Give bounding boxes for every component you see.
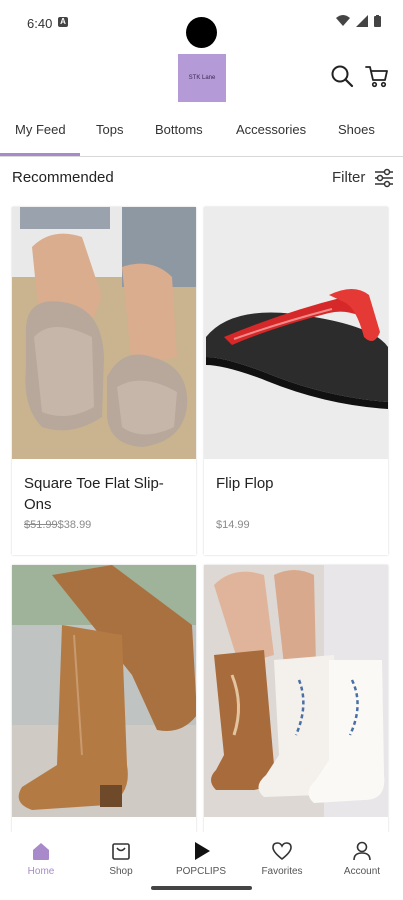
product-title[interactable]: Square Toe Flat Slip-Ons: [24, 473, 184, 515]
wifi-icon: [336, 15, 350, 26]
original-price: $51.99: [24, 519, 58, 531]
tab-my-feed[interactable]: My Feed: [15, 122, 66, 137]
sale-price: $38.99: [57, 519, 92, 531]
category-tabs: My Feed Tops Bottoms Accessories Shoes: [0, 110, 403, 157]
product-image[interactable]: [12, 565, 196, 817]
nav-account[interactable]: Account: [327, 840, 397, 877]
play-icon: [195, 842, 210, 860]
section-title: Recommended: [12, 169, 114, 186]
nav-favorites[interactable]: Favorites: [247, 840, 317, 877]
signal-icon: [356, 15, 368, 27]
tab-bottoms[interactable]: Bottoms: [155, 122, 203, 137]
product-card[interactable]: [204, 565, 388, 855]
tab-tops[interactable]: Tops: [96, 122, 123, 137]
product-image[interactable]: [204, 207, 388, 459]
filter-sliders-icon[interactable]: [374, 168, 394, 188]
nav-account-label: Account: [343, 866, 381, 877]
search-icon[interactable]: [330, 64, 354, 88]
product-card[interactable]: [12, 565, 196, 855]
nav-shop[interactable]: Shop: [86, 840, 156, 877]
home-icon: [33, 843, 49, 860]
gesture-home-indicator[interactable]: [151, 886, 252, 890]
cart-icon[interactable]: [365, 64, 389, 88]
tab-shoes[interactable]: Shoes: [338, 122, 375, 137]
product-image[interactable]: [12, 207, 196, 459]
product-title[interactable]: Flip Flop: [216, 473, 376, 494]
battery-icon: [374, 15, 381, 27]
status-bar: 6:40 A: [0, 0, 403, 48]
nav-popclips-label: POPCLIPS: [175, 866, 227, 877]
app-header: STK Lane: [0, 48, 403, 108]
active-tab-indicator: [0, 153, 80, 156]
camera-cutout: [186, 17, 217, 48]
notification-icon: A: [58, 17, 68, 27]
brand-logo[interactable]: STK Lane: [178, 54, 226, 102]
shop-bag-icon: [112, 843, 130, 860]
product-card[interactable]: Flip Flop $14.99: [204, 207, 388, 555]
product-image[interactable]: [204, 565, 388, 817]
product-card[interactable]: Square Toe Flat Slip-Ons $51.99$38.99: [12, 207, 196, 555]
status-icons: [336, 15, 381, 27]
price-row: $51.99$38.99: [24, 519, 91, 531]
tab-accessories[interactable]: Accessories: [236, 122, 306, 137]
heart-icon: [272, 842, 292, 861]
section-header: Recommended Filter: [0, 160, 403, 196]
nav-shop-label: Shop: [109, 866, 133, 877]
account-icon: [353, 841, 371, 861]
nav-favorites-label: Favorites: [261, 866, 303, 877]
sale-price: $14.99: [216, 519, 250, 531]
price-row: $14.99: [216, 519, 250, 531]
brand-logo-text: STK Lane: [188, 74, 216, 81]
filter-button[interactable]: Filter: [332, 169, 365, 186]
status-time: 6:40: [27, 16, 53, 31]
nav-home[interactable]: Home: [6, 840, 76, 877]
nav-popclips[interactable]: POPCLIPS: [166, 840, 236, 877]
nav-home-label: Home: [27, 866, 55, 877]
